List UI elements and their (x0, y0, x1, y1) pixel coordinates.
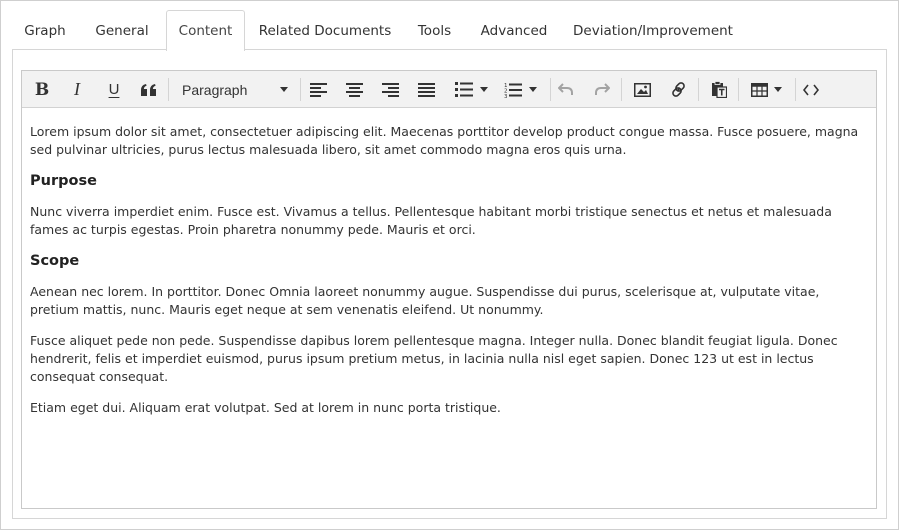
format-select[interactable]: Paragraph (174, 75, 294, 104)
underline-icon: U (108, 81, 120, 98)
undo-icon (558, 83, 573, 95)
blockquote-icon (141, 83, 156, 96)
align-justify-button[interactable] (414, 75, 438, 104)
toolbar-separator (621, 78, 622, 101)
paragraph-scope-1: Aenean nec lorem. In porttitor. Donec Om… (30, 284, 820, 317)
align-left-button[interactable] (306, 75, 330, 104)
undo-button[interactable] (554, 75, 578, 104)
align-center-icon (345, 82, 363, 97)
bold-button[interactable]: B (30, 75, 54, 104)
chevron-down-icon (773, 87, 782, 92)
paragraph-scope-3: Etiam eget dui. Aliquam erat volutpat. S… (30, 400, 501, 415)
source-code-icon (803, 84, 819, 95)
table-icon (750, 82, 768, 97)
toolbar-separator (795, 78, 796, 101)
link-icon (671, 82, 685, 97)
rich-text-editor: B I U Paragraph 1 2 3 Lorem ipsum dolor … (21, 70, 877, 509)
tab-general[interactable]: General (78, 10, 166, 50)
tab-deviation-improvement[interactable]: Deviation/Improvement (564, 10, 742, 50)
paragraph-scope-2: Fusce aliquet pede non pede. Suspendisse… (30, 333, 838, 384)
numbered-list-icon: 1 2 3 (504, 83, 522, 98)
tab-tools[interactable]: Tools (405, 10, 464, 50)
chevron-down-icon (479, 87, 488, 92)
align-justify-icon (417, 82, 435, 97)
align-right-button[interactable] (378, 75, 402, 104)
underline-button[interactable]: U (102, 75, 126, 104)
italic-button[interactable]: I (65, 75, 89, 104)
blockquote-button[interactable] (137, 75, 161, 104)
bullet-list-button[interactable] (450, 75, 492, 104)
format-select-value: Paragraph (182, 81, 248, 98)
toolbar-separator (738, 78, 739, 101)
tab-graph[interactable]: Graph (12, 10, 78, 50)
toolbar-separator (168, 78, 169, 101)
source-code-button[interactable] (799, 75, 823, 104)
toolbar-separator (698, 78, 699, 101)
toolbar-separator (300, 78, 301, 101)
editor-content[interactable]: Lorem ipsum dolor sit amet, consectetuer… (30, 123, 866, 430)
tab-advanced[interactable]: Advanced (464, 10, 564, 50)
align-right-icon (381, 82, 399, 97)
tab-related-documents[interactable]: Related Documents (245, 10, 405, 50)
paragraph-intro: Lorem ipsum dolor sit amet, consectetuer… (30, 124, 859, 157)
insert-link-button[interactable] (666, 75, 690, 104)
bullet-list-icon (454, 82, 473, 97)
align-center-button[interactable] (342, 75, 366, 104)
redo-button[interactable] (590, 75, 614, 104)
heading-scope: Scope (30, 253, 80, 269)
align-left-icon (309, 82, 327, 97)
tab-content[interactable]: Content (166, 10, 245, 51)
insert-image-button[interactable] (630, 75, 654, 104)
chevron-down-icon (280, 87, 288, 92)
table-button[interactable] (744, 75, 788, 104)
chevron-down-icon (528, 87, 537, 92)
redo-icon (595, 83, 610, 95)
svg-text:3: 3 (504, 94, 508, 98)
editor-toolbar: B I U Paragraph 1 2 3 (22, 71, 876, 108)
paragraph-purpose: Nunc viverra imperdiet enim. Fusce est. … (30, 204, 832, 237)
italic-icon: I (74, 79, 80, 99)
numbered-list-button[interactable]: 1 2 3 (499, 75, 541, 104)
paste-text-icon (712, 81, 727, 98)
tab-bar: Graph General Content Related Documents … (12, 10, 742, 51)
toolbar-separator (550, 78, 551, 101)
heading-purpose: Purpose (30, 173, 97, 189)
image-icon (633, 82, 651, 97)
paste-as-text-button[interactable] (707, 75, 731, 104)
bold-icon: B (34, 79, 50, 100)
